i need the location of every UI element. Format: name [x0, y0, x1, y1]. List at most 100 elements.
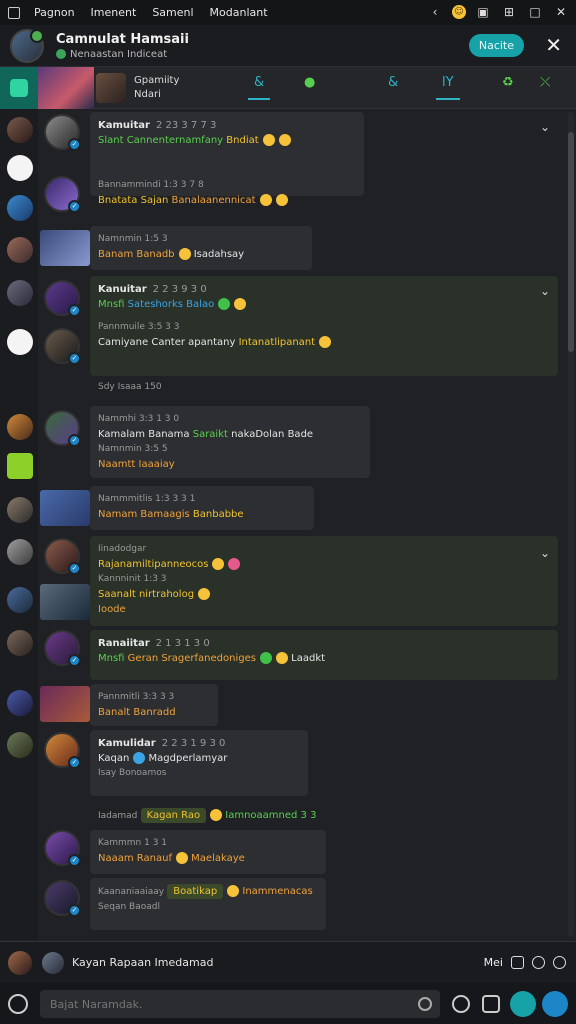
avatar[interactable]: ✓: [44, 538, 81, 575]
tab-3[interactable]: &: [388, 75, 398, 90]
message-text: Mnsfi: [98, 299, 125, 310]
conversation-header: Camnulat Hamsaii Nenaastan Indiceat Naci…: [0, 25, 576, 67]
record-icon[interactable]: [532, 956, 545, 969]
message-meta: Kannninit 1:3 3: [98, 574, 167, 584]
avatar[interactable]: ✓: [44, 114, 81, 151]
message-text: Sateshorks Balao: [127, 299, 215, 310]
tab-2[interactable]: ●: [304, 75, 315, 90]
message-text: Rajanamiltipanneocos: [98, 559, 209, 570]
chevron-down-icon[interactable]: ⌄: [540, 546, 550, 560]
chevron-down-icon[interactable]: ⌄: [540, 284, 550, 298]
scrollbar-thumb[interactable]: [568, 132, 574, 352]
voice-button[interactable]: [510, 991, 536, 1017]
message-bubble[interactable]: Bannammindi 1:3 3 7 8 Bnatata Sajan Bana…: [90, 172, 330, 218]
avatar[interactable]: ✓: [44, 630, 81, 667]
tab-5[interactable]: ♻: [502, 75, 514, 90]
chevron-down-icon[interactable]: ⌄: [540, 120, 550, 134]
send-button[interactable]: [542, 991, 568, 1017]
emoji-icon[interactable]: ☺: [452, 5, 466, 19]
message-bubble[interactable]: Iinadodgar Rajanamiltipanneocos Kannnini…: [90, 536, 558, 626]
avatar[interactable]: [7, 414, 33, 440]
message-meta: Pannmuile 3:5 3 3: [98, 322, 180, 332]
message-text: Kamalam Banama: [98, 429, 190, 440]
sender-name: Kamulidar: [98, 738, 156, 749]
message-bubble[interactable]: Nammmitlis 1:3 3 3 1 Namam Bamaagis Banb…: [90, 486, 314, 530]
thumbnail[interactable]: [40, 584, 90, 620]
avatar[interactable]: [7, 732, 33, 758]
avatar[interactable]: ✓: [44, 328, 81, 365]
avatar[interactable]: ✓: [44, 410, 81, 447]
media-icon[interactable]: ▣: [474, 3, 492, 21]
close-window-icon[interactable]: ✕: [552, 3, 570, 21]
close-icon[interactable]: ✕: [545, 33, 562, 57]
avatar[interactable]: ✓: [44, 732, 81, 769]
avatar[interactable]: [7, 329, 33, 355]
avatar[interactable]: [7, 237, 33, 263]
avatar[interactable]: [7, 587, 33, 613]
avatar[interactable]: [7, 453, 33, 479]
avatar[interactable]: ✓: [44, 280, 81, 317]
message-bubble[interactable]: Kamulidar 2 2 3 1 9 3 0 Kaqan Magdperlamy…: [90, 730, 308, 796]
avatar[interactable]: [7, 155, 33, 181]
avatar[interactable]: [7, 280, 33, 306]
message-bubble[interactable]: Kaananiaaiaay Boatikap Inammenacas Seqan…: [90, 878, 326, 930]
avatar[interactable]: ✓: [44, 830, 81, 867]
message-text: Naamtt Iaaaiay: [98, 459, 175, 470]
grid-icon[interactable]: ⊞: [500, 3, 518, 21]
back-icon[interactable]: ‹: [426, 3, 444, 21]
sticker-icon[interactable]: [482, 995, 500, 1013]
avatar[interactable]: [7, 690, 33, 716]
emoji-picker-icon[interactable]: [418, 997, 432, 1011]
emoji-icon: [227, 885, 240, 897]
rail-home-button[interactable]: [0, 67, 38, 109]
emoji-icon: [178, 248, 191, 260]
avatar[interactable]: ✓: [44, 176, 81, 213]
menu-item-2[interactable]: Imenent: [91, 6, 137, 19]
emoji-icon: [175, 852, 188, 864]
message-meta: Namnmin 3:5 5: [98, 444, 168, 454]
avatar[interactable]: [8, 950, 32, 975]
avatar[interactable]: [96, 72, 126, 103]
tab-4[interactable]: lΥ: [436, 75, 459, 100]
attach-icon[interactable]: [8, 993, 28, 1014]
tab-1[interactable]: &: [247, 75, 271, 100]
message-bubble[interactable]: Kammmn 1 3 1 Naaam Ranauf Maelakaye: [90, 830, 326, 874]
timer-icon[interactable]: [452, 995, 470, 1013]
message-meta: Bannammindi 1:3 3 7 8: [98, 180, 204, 190]
status-text: Kayan Rapaan Imedamad: [72, 956, 214, 969]
message-bubble[interactable]: Pannmitli 3:3 3 3 Banalt Banradd: [90, 684, 218, 726]
avatar[interactable]: [7, 539, 33, 565]
app-icon[interactable]: [8, 6, 20, 19]
avatar[interactable]: [7, 117, 33, 143]
message-time: 2 23 3 7 7 3: [155, 120, 217, 131]
scrollbar[interactable]: [568, 112, 574, 937]
avatar[interactable]: ✓: [44, 880, 81, 917]
maximize-icon[interactable]: □: [526, 3, 544, 21]
message-text: Inammenacas: [242, 886, 313, 897]
image-icon[interactable]: [511, 956, 524, 969]
settings-icon[interactable]: [553, 956, 566, 969]
message-bubble[interactable]: Kanuitar 2 2 3 9 3 0 Mnsfi Sateshorks Bal…: [90, 276, 558, 376]
message-text: Slant Cannenternamfany: [98, 135, 224, 146]
avatar[interactable]: [7, 630, 33, 656]
message-input[interactable]: [40, 990, 440, 1018]
avatar[interactable]: [7, 497, 33, 523]
message-bubble[interactable]: Namnmin 1:5 3 Banam Banadb Isadahsay: [90, 226, 312, 270]
thumbnail[interactable]: [40, 490, 90, 526]
avatar[interactable]: [7, 195, 33, 221]
menu-item-1[interactable]: Pagnon: [34, 6, 75, 19]
thumbnail[interactable]: [40, 686, 90, 722]
message-meta: Kammmn 1 3 1: [98, 838, 168, 848]
message-bubble[interactable]: Iadamad Kagan Rao Iamnoaamned 3 3: [90, 802, 360, 830]
header-action-button[interactable]: Nacite: [468, 34, 524, 57]
message-time: 2 2 3 9 3 0: [152, 284, 207, 295]
avatar[interactable]: [42, 951, 64, 974]
tab-6[interactable]: ⤬: [540, 75, 550, 90]
message-bubble[interactable]: Nammhi 3:3 1 3 0 Kamalam Banama Saraikt …: [90, 406, 370, 478]
menu-item-3[interactable]: Samenl: [152, 6, 193, 19]
avatar[interactable]: [10, 28, 44, 63]
thumbnail[interactable]: [40, 230, 90, 266]
menu-item-4[interactable]: Modanlant: [210, 6, 268, 19]
message-bubble[interactable]: Ranaiitar 2 1 3 1 3 0 Mnsfi Geran Sragerf…: [90, 630, 558, 680]
emoji-icon: [212, 558, 225, 570]
